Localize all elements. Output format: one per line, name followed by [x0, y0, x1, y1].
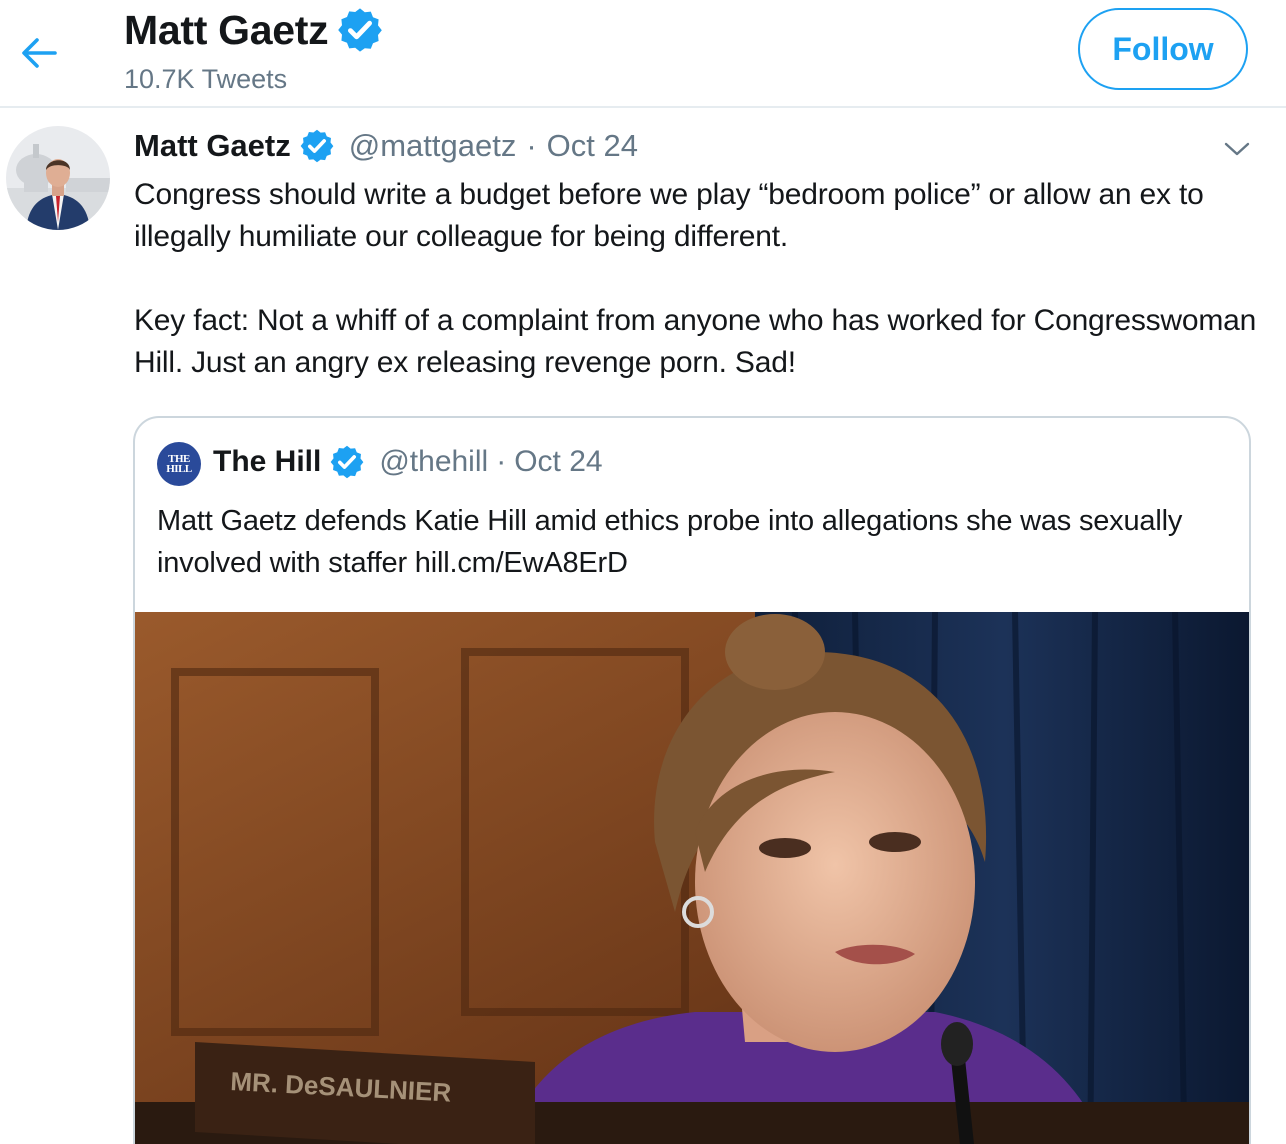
- header-title-row: Matt Gaetz: [124, 6, 384, 54]
- profile-header: Matt Gaetz 10.7K Tweets Follow: [0, 0, 1286, 108]
- quote-author-handle: @thehill: [379, 445, 489, 478]
- tweet-header: Matt Gaetz @mattgaetz · Oct 24: [134, 128, 638, 164]
- quote-date: Oct 24: [514, 445, 603, 478]
- quote-avatar-line: HILL: [166, 463, 192, 475]
- tweet-author-handle[interactable]: @mattgaetz: [349, 128, 517, 164]
- separator-dot: ·: [496, 445, 507, 478]
- quote-avatar[interactable]: THE HILL: [157, 442, 201, 486]
- tweet-page: Matt Gaetz 10.7K Tweets Follow Matt Gaet…: [0, 0, 1286, 1144]
- tweet-date[interactable]: Oct 24: [547, 128, 638, 164]
- separator-dot: ·: [526, 128, 537, 163]
- verified-badge-icon: [330, 445, 364, 479]
- chevron-down-icon: [1224, 142, 1250, 156]
- tweet-author-name[interactable]: Matt Gaetz: [134, 128, 291, 164]
- back-button[interactable]: [14, 28, 64, 78]
- tweet-count: 10.7K Tweets: [124, 64, 288, 94]
- arrow-left-icon: [22, 38, 57, 68]
- header-profile-name: Matt Gaetz: [124, 6, 329, 53]
- verified-badge-icon: [300, 129, 334, 163]
- tweet-text: Congress should write a budget before we…: [134, 174, 1274, 384]
- tweet-paragraph: Key fact: Not a whiff of a complaint fro…: [134, 304, 1257, 379]
- tweet-menu-button[interactable]: [1218, 130, 1256, 168]
- follow-button[interactable]: Follow: [1078, 8, 1248, 90]
- quote-text: Matt Gaetz defends Katie Hill amid ethic…: [157, 505, 1183, 579]
- avatar-photo: [6, 126, 110, 230]
- quote-author-name: The Hill: [213, 445, 322, 478]
- quote-media-image[interactable]: MR. DeSAULNIER: [135, 612, 1249, 1144]
- quoted-tweet-card[interactable]: THE HILL The Hill @thehill · Oct 24 Matt…: [133, 416, 1251, 1144]
- verified-badge-icon: [338, 8, 383, 52]
- avatar[interactable]: [6, 126, 110, 230]
- quote-header: The Hill @thehill · Oct 24: [213, 444, 603, 480]
- tweet-paragraph: Congress should write a budget before we…: [134, 178, 1204, 253]
- hearing-photo: MR. DeSAULNIER: [135, 612, 1249, 1144]
